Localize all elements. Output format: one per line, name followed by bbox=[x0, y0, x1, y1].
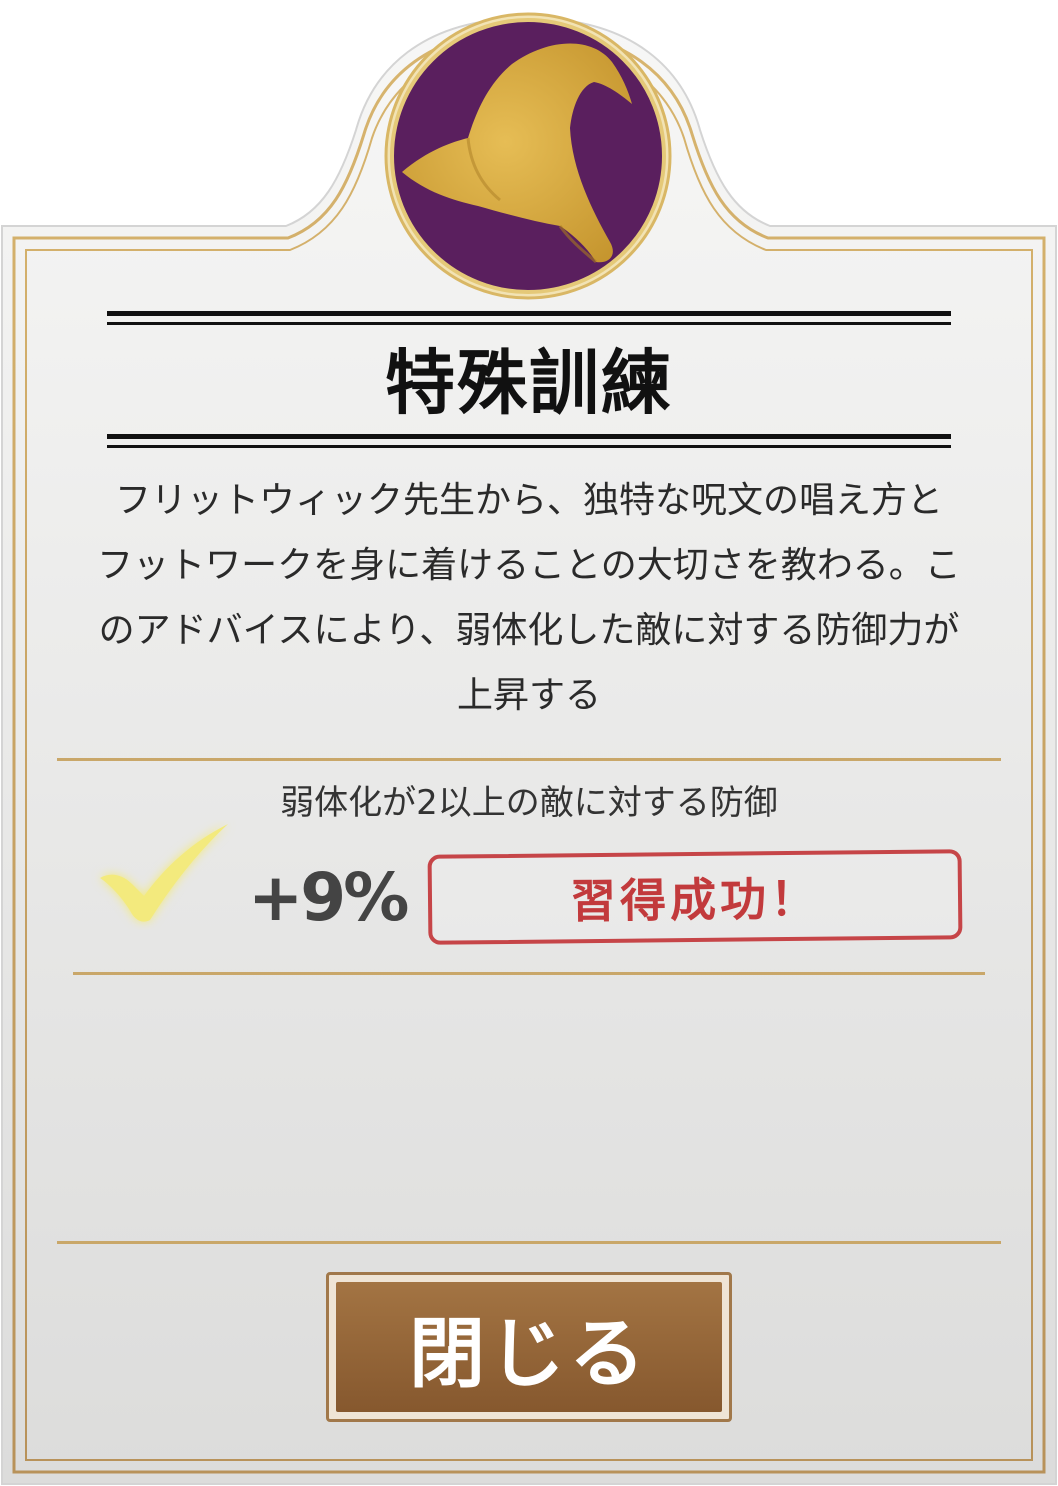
card-title: 特殊訓練 bbox=[385, 342, 673, 424]
card-frame bbox=[1, 12, 1057, 1485]
divider bbox=[73, 972, 985, 975]
description-line: のアドバイスにより、弱体化した敵に対する防御力が bbox=[98, 610, 960, 651]
close-button-label: 閉じる bbox=[409, 1309, 649, 1398]
description-line: フリットウィック先生から、独特な呪文の唱え方と bbox=[114, 480, 943, 521]
success-badge: 習得成功！ bbox=[427, 849, 963, 945]
description-line: 上昇する bbox=[456, 675, 601, 716]
title-rule-bottom bbox=[107, 434, 951, 448]
description-line: フットワークを身に着けることの大切さを教わる。こ bbox=[97, 545, 961, 586]
title-rule-top bbox=[107, 311, 951, 325]
card-description: フリットウィック先生から、独特な呪文の唱え方と フットワークを身に着けることの大… bbox=[40, 468, 1018, 728]
divider bbox=[57, 758, 1001, 761]
emblem bbox=[384, 12, 672, 300]
close-button[interactable]: 閉じる bbox=[326, 1272, 732, 1422]
success-label: 習得成功！ bbox=[569, 871, 821, 929]
close-button-face[interactable]: 閉じる bbox=[336, 1282, 722, 1412]
divider bbox=[57, 1241, 1001, 1244]
check-icon bbox=[100, 824, 228, 922]
stat-value: +9% bbox=[248, 859, 409, 936]
